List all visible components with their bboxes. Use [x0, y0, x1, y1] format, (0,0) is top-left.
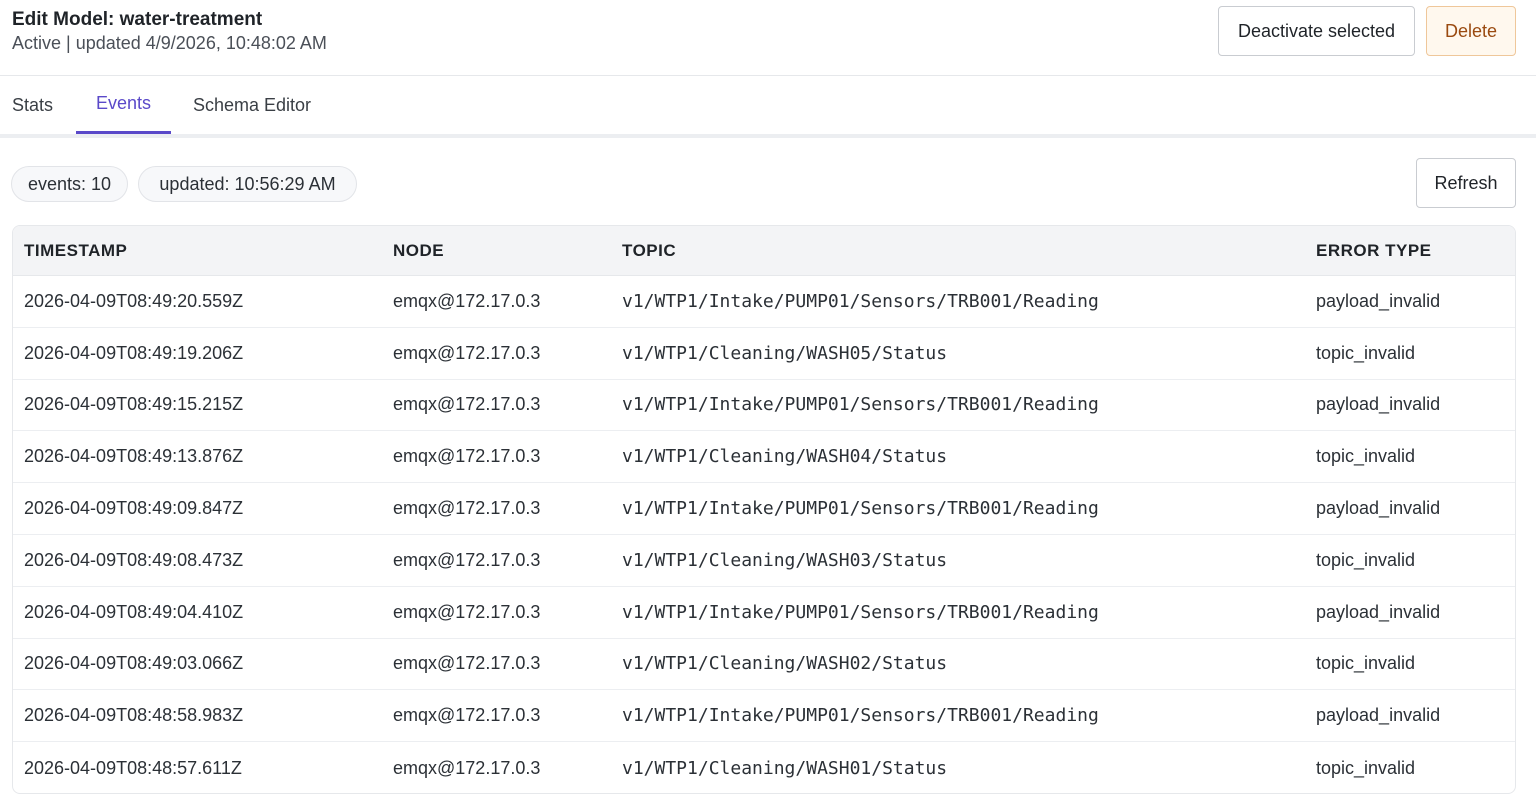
cell-topic: v1/WTP1/Intake/PUMP01/Sensors/TRB001/Rea…	[622, 290, 1099, 312]
cell-node: emqx@172.17.0.3	[393, 290, 541, 311]
page-title: Edit Model: water-treatment	[12, 9, 263, 30]
table-row[interactable]: 2026-04-09T08:49:20.559Z emqx@172.17.0.3 v…	[13, 276, 1515, 328]
table-row[interactable]: 2026-04-09T08:49:04.410Z emqx@172.17.0.3 v…	[13, 587, 1515, 639]
cell-error-type: payload_invalid	[1316, 394, 1441, 415]
table-row[interactable]: 2026-04-09T08:49:09.847Z emqx@172.17.0.3 v…	[13, 483, 1515, 535]
cell-timestamp: 2026-04-09T08:49:15.215Z	[24, 394, 244, 415]
cell-topic: v1/WTP1/Intake/PUMP01/Sensors/TRB001/Rea…	[622, 601, 1099, 623]
cell-timestamp: 2026-04-09T08:49:03.066Z	[24, 653, 244, 674]
cell-timestamp: 2026-04-09T08:49:08.473Z	[24, 549, 244, 570]
table-row[interactable]: 2026-04-09T08:48:58.983Z emqx@172.17.0.3 v…	[13, 690, 1515, 743]
table-body: 2026-04-09T08:49:20.559Z emqx@172.17.0.3 v…	[13, 276, 1515, 793]
cell-timestamp: 2026-04-09T08:48:57.611Z	[24, 757, 242, 778]
refresh-button[interactable]: Refresh	[1416, 158, 1516, 208]
table-row[interactable]: 2026-04-09T08:49:08.473Z emqx@172.17.0.3 v…	[13, 535, 1515, 587]
cell-topic: v1/WTP1/Cleaning/WASH05/Status	[622, 342, 948, 364]
table-header: TIMESTAMP NODE TOPIC ERROR TYPE	[13, 226, 1515, 276]
table-row[interactable]: 2026-04-09T08:49:15.215Z emqx@172.17.0.3 v…	[13, 380, 1515, 432]
cell-node: emqx@172.17.0.3	[393, 653, 541, 674]
cell-timestamp: 2026-04-09T08:48:58.983Z	[24, 705, 244, 726]
cell-node: emqx@172.17.0.3	[393, 498, 541, 519]
column-header-timestamp[interactable]: TIMESTAMP	[24, 226, 127, 276]
cell-node: emqx@172.17.0.3	[393, 601, 541, 622]
table-row[interactable]: 2026-04-09T08:49:03.066Z emqx@172.17.0.3 v…	[13, 639, 1515, 691]
cell-timestamp: 2026-04-09T08:49:13.876Z	[24, 446, 244, 467]
cell-timestamp: 2026-04-09T08:49:20.559Z	[24, 290, 244, 311]
page-header: Edit Model: water-treatment Active | upd…	[0, 0, 1536, 76]
tab-schema-editor[interactable]: Schema Editor	[193, 76, 311, 134]
cell-timestamp: 2026-04-09T08:49:19.206Z	[24, 342, 244, 363]
cell-error-type: payload_invalid	[1316, 601, 1441, 622]
events-toolbar: events: 10 updated: 10:56:29 AM Refresh	[0, 138, 1536, 226]
cell-error-type: payload_invalid	[1316, 498, 1441, 519]
cell-error-type: topic_invalid	[1316, 549, 1416, 570]
cell-node: emqx@172.17.0.3	[393, 705, 541, 726]
column-header-node[interactable]: NODE	[393, 226, 444, 276]
cell-topic: v1/WTP1/Intake/PUMP01/Sensors/TRB001/Rea…	[622, 498, 1099, 520]
deactivate-selected-button[interactable]: Deactivate selected	[1218, 6, 1415, 56]
column-header-error-type[interactable]: ERROR TYPE	[1316, 226, 1432, 276]
cell-error-type: payload_invalid	[1316, 290, 1441, 311]
updated-time-badge: updated: 10:56:29 AM	[138, 166, 357, 202]
delete-button[interactable]: Delete	[1426, 6, 1516, 56]
table-row[interactable]: 2026-04-09T08:49:13.876Z emqx@172.17.0.3 v…	[13, 431, 1515, 484]
cell-timestamp: 2026-04-09T08:49:09.847Z	[24, 498, 244, 519]
cell-timestamp: 2026-04-09T08:49:04.410Z	[24, 601, 244, 622]
page-subtitle: Active | updated 4/9/2026, 10:48:02 AM	[12, 33, 327, 53]
table-row[interactable]: 2026-04-09T08:49:19.206Z emqx@172.17.0.3 v…	[13, 328, 1515, 380]
table-row[interactable]: 2026-04-09T08:48:57.611Z emqx@172.17.0.3 v…	[13, 742, 1515, 793]
cell-node: emqx@172.17.0.3	[393, 342, 541, 363]
cell-error-type: topic_invalid	[1316, 653, 1416, 674]
cell-node: emqx@172.17.0.3	[393, 549, 541, 570]
cell-topic: v1/WTP1/Intake/PUMP01/Sensors/TRB001/Rea…	[622, 705, 1099, 727]
cell-topic: v1/WTP1/Intake/PUMP01/Sensors/TRB001/Rea…	[622, 394, 1099, 416]
cell-node: emqx@172.17.0.3	[393, 757, 541, 778]
cell-topic: v1/WTP1/Cleaning/WASH04/Status	[622, 446, 948, 468]
tab-bar: Stats Events Schema Editor	[0, 76, 1536, 138]
tab-stats[interactable]: Stats	[12, 76, 53, 134]
cell-node: emqx@172.17.0.3	[393, 446, 541, 467]
column-header-topic[interactable]: TOPIC	[622, 226, 676, 276]
tab-events[interactable]: Events	[76, 76, 171, 134]
cell-topic: v1/WTP1/Cleaning/WASH03/Status	[622, 549, 948, 571]
cell-topic: v1/WTP1/Cleaning/WASH02/Status	[622, 653, 948, 675]
cell-error-type: topic_invalid	[1316, 446, 1416, 467]
cell-error-type: payload_invalid	[1316, 705, 1441, 726]
cell-error-type: topic_invalid	[1316, 757, 1416, 778]
cell-error-type: topic_invalid	[1316, 342, 1416, 363]
cell-topic: v1/WTP1/Cleaning/WASH01/Status	[622, 757, 948, 779]
cell-node: emqx@172.17.0.3	[393, 394, 541, 415]
events-table: TIMESTAMP NODE TOPIC ERROR TYPE 2026-04-…	[12, 225, 1516, 794]
events-count-badge: events: 10	[11, 166, 128, 202]
